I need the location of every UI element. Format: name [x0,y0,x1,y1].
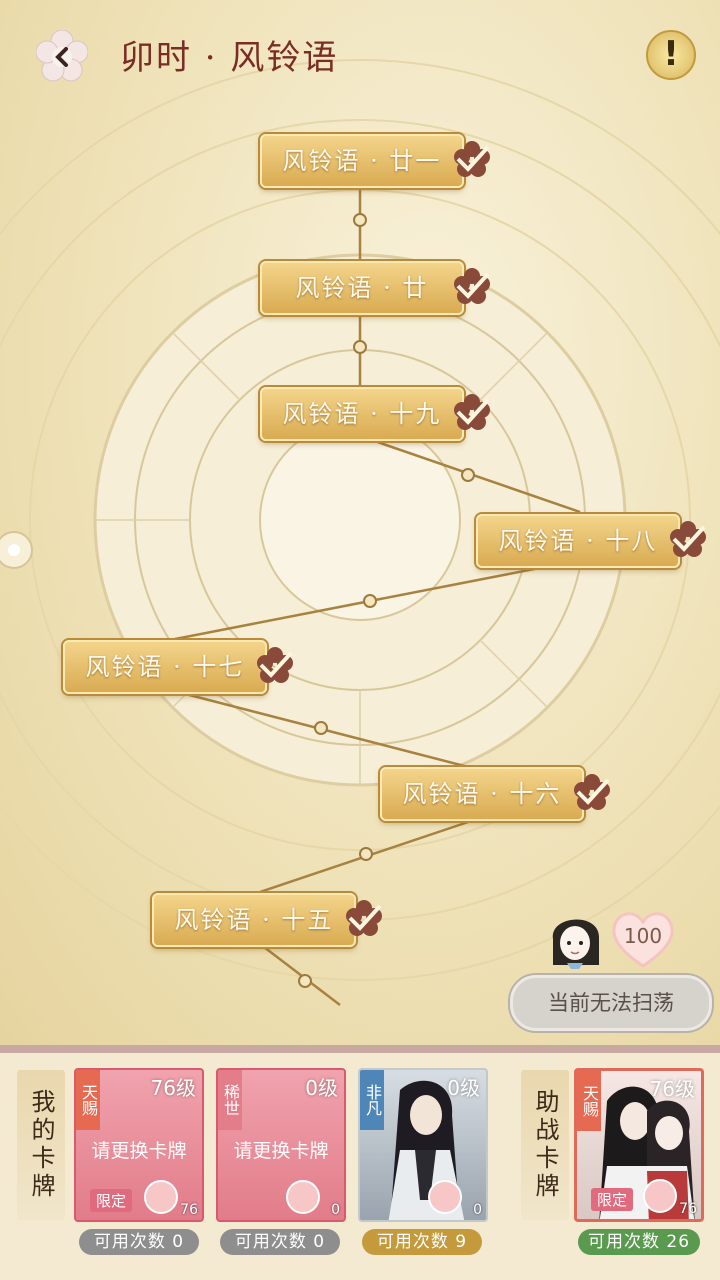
stage-node[interactable]: 风铃语 · 十九 [260,387,464,441]
limited-badge: 限定 [591,1188,634,1211]
card-seal-icon [286,1180,320,1214]
card-seal-icon [144,1180,178,1214]
card-level: 76级 [649,1077,695,1101]
card-rarity: 稀世 [218,1070,242,1130]
stage-node[interactable]: 风铃语 · 十五 [152,893,356,947]
stage-label: 风铃语 · 十七 [85,653,245,681]
stage-node[interactable]: 风铃语 · 十六 [380,767,584,821]
stage-label: 风铃语 · 十八 [498,527,658,555]
path-dot [353,340,367,354]
stage-label: 风铃语 · 廿 [295,274,429,302]
card-number: 76 [679,1201,697,1217]
completed-check-icon [670,521,706,557]
card-rarity: 非凡 [360,1070,384,1130]
card-uses: 可用次数 9 [362,1229,482,1255]
stage-label: 风铃语 · 十九 [282,400,442,428]
completed-check-icon [454,141,490,177]
limited-badge: 限定 [90,1189,133,1212]
completed-check-icon [346,900,382,936]
card-uses: 可用次数 0 [79,1229,199,1255]
path-dot [461,468,475,482]
card-message: 请更换卡牌 [91,1140,187,1162]
my-cards-label: 我的卡牌 [17,1070,65,1220]
card-slot[interactable]: 稀世 0级 请更换卡牌 0 [216,1068,346,1222]
assist-card-slot[interactable]: 天赐 76级 限定 76 [574,1068,704,1222]
path-dot [298,974,312,988]
sweep-button[interactable]: 当前无法扫荡 [510,975,712,1031]
header: 卯时 · 风铃语 ! [0,0,720,110]
stamina-value: 100 [623,924,663,948]
back-icon [35,29,89,82]
completed-check-icon [574,774,610,810]
card-message: 请更换卡牌 [233,1140,329,1162]
assist-cards-label: 助战卡牌 [521,1070,569,1220]
page-title: 卯时 · 风铃语 [120,38,339,78]
path-dot [359,847,373,861]
card-number: 0 [473,1202,482,1218]
card-rarity: 天赐 [577,1071,601,1131]
back-button[interactable] [35,29,89,82]
stage-label: 风铃语 · 廿一 [282,147,442,175]
assist-card-uses: 可用次数 26 [578,1229,700,1255]
card-rarity: 天赐 [76,1070,100,1130]
card-number: 0 [331,1202,340,1218]
stage-node[interactable]: 风铃语 · 廿一 [260,134,464,188]
completed-check-icon [257,647,293,683]
card-level: 76级 [150,1076,196,1100]
card-level: 0级 [305,1076,338,1100]
path-dot [353,213,367,227]
card-uses: 可用次数 0 [220,1229,340,1255]
stage-node[interactable]: 风铃语 · 十八 [476,514,680,568]
card-seal-icon [428,1180,462,1214]
stage-node[interactable]: 风铃语 · 廿 [260,261,464,315]
stage-node[interactable]: 风铃语 · 十七 [63,640,267,694]
card-number: 76 [180,1202,198,1218]
card-seal-icon [643,1179,677,1213]
path-dot [363,594,377,608]
card-slot[interactable]: 天赐 76级 请更换卡牌 限定 76 [74,1068,204,1222]
path-dot [314,721,328,735]
character-avatar [552,919,600,969]
stage-label: 风铃语 · 十五 [174,906,334,934]
info-button[interactable]: ! [646,30,696,80]
completed-check-icon [454,268,490,304]
card-level: 0级 [447,1076,480,1100]
card-slot[interactable]: 非凡 0级 0 [358,1068,488,1222]
completed-check-icon [454,394,490,430]
stage-label: 风铃语 · 十六 [402,780,562,808]
